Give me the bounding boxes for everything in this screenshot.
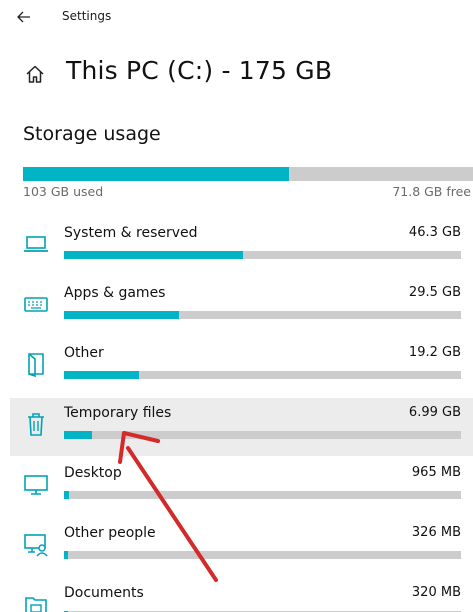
settings-window: Settings This PC (C:) - 175 GB Storage u… (0, 0, 473, 612)
page-header: This PC (C:) - 175 GB (0, 54, 473, 94)
category-size: 6.99 GB (408, 405, 461, 420)
category-temporary-files[interactable]: Temporary files 6.99 GB (10, 398, 473, 456)
category-desktop[interactable]: Desktop 965 MB (10, 458, 473, 516)
storage-usage-heading: Storage usage (23, 123, 161, 145)
category-usage-bar (64, 551, 461, 559)
category-label: Apps & games (64, 285, 166, 301)
back-arrow-icon (17, 11, 31, 23)
category-label: Documents (64, 585, 144, 601)
monitor-icon (22, 470, 50, 498)
trash-icon (22, 410, 50, 438)
category-usage-fill (64, 431, 92, 439)
category-usage-bar (64, 431, 461, 439)
category-size: 326 MB (411, 525, 461, 540)
keyboard-icon (22, 290, 50, 318)
folder-icon (22, 350, 50, 378)
back-button[interactable] (8, 4, 40, 30)
category-label: Desktop (64, 465, 122, 481)
documents-icon (22, 590, 50, 612)
category-usage-bar (64, 311, 461, 319)
category-label: Temporary files (64, 405, 172, 421)
category-usage-bar (64, 491, 461, 499)
home-icon[interactable] (24, 63, 46, 85)
category-system-reserved[interactable]: System & reserved 46.3 GB (10, 218, 473, 276)
overall-usage-bar (23, 167, 473, 181)
page-title: This PC (C:) - 175 GB (66, 56, 333, 85)
category-usage-bar (64, 371, 461, 379)
category-size: 19.2 GB (408, 345, 461, 360)
laptop-icon (22, 230, 50, 258)
category-label: System & reserved (64, 225, 198, 241)
title-bar: Settings (0, 0, 473, 34)
category-size: 46.3 GB (408, 225, 461, 240)
overall-usage-fill (23, 167, 289, 181)
category-size: 320 MB (411, 585, 461, 600)
used-space-label: 103 GB used (23, 184, 104, 199)
window-title: Settings (62, 9, 112, 23)
category-documents[interactable]: Documents 320 MB (10, 578, 473, 612)
category-usage-fill (64, 251, 243, 259)
free-space-label: 71.8 GB free (392, 184, 471, 199)
category-other[interactable]: Other 19.2 GB (10, 338, 473, 396)
user-monitor-icon (22, 530, 50, 558)
category-label: Other people (64, 525, 156, 541)
category-usage-fill (64, 551, 68, 559)
category-usage-bar (64, 251, 461, 259)
category-usage-fill (64, 311, 180, 319)
category-usage-fill (64, 491, 69, 499)
category-label: Other (64, 345, 104, 361)
category-apps-games[interactable]: Apps & games 29.5 GB (10, 278, 473, 336)
category-size: 965 MB (411, 465, 461, 480)
category-size: 29.5 GB (408, 285, 461, 300)
category-other-people[interactable]: Other people 326 MB (10, 518, 473, 576)
category-usage-fill (64, 371, 140, 379)
